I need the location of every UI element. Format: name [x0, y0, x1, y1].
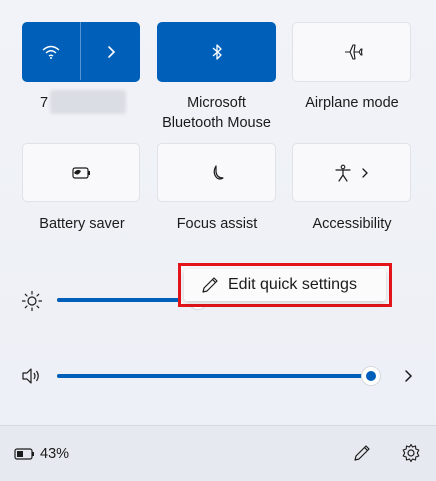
redacted-network-name: [50, 90, 126, 114]
sun-icon: [21, 290, 43, 312]
battery-percentage: 43%: [40, 446, 70, 462]
pencil-icon: [200, 275, 220, 295]
chevron-right-icon[interactable]: [355, 144, 375, 201]
volume-fill: [57, 374, 371, 378]
bluetooth-icon: [157, 22, 276, 82]
airplane-mode-label: Airplane mode: [305, 95, 399, 111]
volume-thumb[interactable]: [361, 366, 381, 386]
chevron-right-icon[interactable]: [81, 22, 140, 82]
footer-bar: 43%: [0, 425, 436, 481]
quick-settings-panel: 7 Microsoft Bluetooth Mouse Airplane mod…: [0, 0, 436, 481]
accessibility-tile[interactable]: [292, 143, 411, 202]
bluetooth-tile[interactable]: [157, 22, 276, 82]
edit-quick-settings-tooltip: Edit quick settings: [178, 263, 392, 307]
battery-saver-tile[interactable]: [22, 143, 140, 202]
moon-icon: [158, 144, 275, 201]
chevron-right-icon[interactable]: [398, 366, 418, 386]
wifi-label: 7: [40, 95, 49, 111]
speaker-icon[interactable]: [20, 366, 44, 386]
gear-icon[interactable]: [401, 443, 421, 463]
tooltip-text: Edit quick settings: [228, 276, 357, 293]
brightness-fill: [57, 298, 198, 302]
focus-assist-tile[interactable]: [157, 143, 276, 202]
battery-saver-label: Battery saver: [39, 216, 125, 232]
focus-assist-label: Focus assist: [176, 216, 258, 232]
airplane-icon: [293, 23, 412, 81]
accessibility-label: Accessibility: [312, 216, 392, 232]
battery-saver-icon: [23, 144, 139, 201]
wifi-tile[interactable]: [22, 22, 140, 82]
wifi-icon[interactable]: [22, 22, 80, 82]
battery-icon[interactable]: [14, 447, 36, 461]
airplane-mode-tile[interactable]: [292, 22, 411, 82]
pencil-icon[interactable]: [352, 443, 372, 463]
bluetooth-label: Microsoft Bluetooth Mouse: [162, 95, 271, 131]
